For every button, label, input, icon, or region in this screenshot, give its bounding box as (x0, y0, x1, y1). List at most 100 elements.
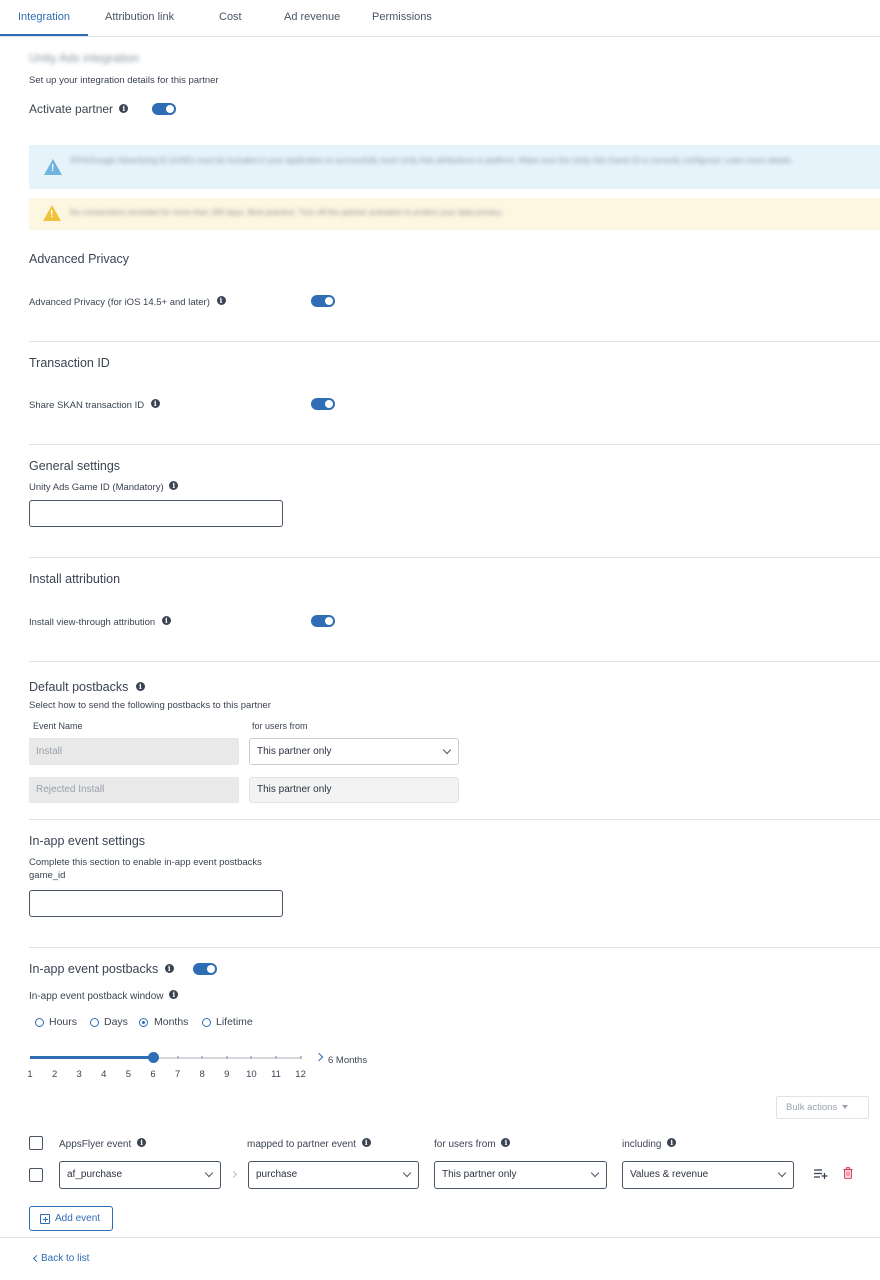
column-event-name: Event Name (33, 721, 83, 731)
slider-tick-label: 8 (199, 1069, 205, 1080)
postback-event-rejected-install: Rejected Install (29, 777, 239, 803)
column-users-from: for users from (252, 721, 308, 731)
info-icon[interactable]: i (361, 1138, 371, 1147)
radio-lifetime-label[interactable]: Lifetime (216, 1016, 253, 1028)
info-icon[interactable]: i (501, 1138, 511, 1147)
postback-users-select[interactable]: This partner only (249, 738, 459, 765)
advanced-privacy-toggle[interactable] (311, 295, 335, 307)
bulk-actions-button[interactable]: Bulk actions (776, 1096, 869, 1119)
add-row-icon[interactable] (814, 1168, 828, 1180)
warning-banner-text: No conversions recorded for more than 18… (70, 208, 503, 217)
info-icon[interactable]: i (169, 990, 179, 999)
tab-ad-revenue[interactable]: Ad revenue (284, 0, 340, 36)
trash-icon[interactable] (843, 1167, 853, 1179)
tab-cost[interactable]: Cost (219, 0, 242, 36)
divider (29, 661, 880, 662)
radio-days[interactable] (90, 1018, 99, 1027)
warning-icon: ! (43, 205, 61, 221)
row-checkbox[interactable] (29, 1168, 43, 1182)
slider-tick-label: 3 (76, 1069, 82, 1080)
postback-event-install: Install (29, 738, 239, 765)
integration-subtitle: Set up your integration details for this… (29, 75, 219, 86)
share-skan-toggle[interactable] (311, 398, 335, 410)
select-all-checkbox[interactable] (29, 1136, 43, 1150)
divider (29, 819, 880, 820)
tab-permissions[interactable]: Permissions (372, 0, 432, 36)
chevron-left-icon (32, 1254, 41, 1263)
info-icon[interactable]: i (164, 964, 174, 973)
integration-title: Unity Ads integration (29, 51, 140, 65)
window-slider-handle[interactable] (148, 1052, 159, 1063)
slider-tick-label: 7 (174, 1069, 181, 1080)
info-alert-icon: ! (44, 159, 62, 175)
column-users-from: for users from i (434, 1138, 511, 1150)
appsflyer-event-select[interactable]: af_purchase (59, 1161, 221, 1189)
slider-tick (176, 1056, 179, 1059)
inapp-game-id-input[interactable] (29, 890, 283, 917)
users-from-select[interactable]: This partner only (434, 1161, 607, 1189)
column-partner-event: mapped to partner event i (247, 1138, 371, 1150)
slider-tick-label: 11 (271, 1069, 281, 1080)
game-id-input[interactable] (29, 500, 283, 527)
divider (29, 341, 880, 342)
back-to-list-link[interactable]: Back to list (41, 1253, 89, 1264)
inapp-postbacks-title: In-app event postbacks i (29, 962, 174, 976)
info-icon[interactable]: i (135, 682, 145, 691)
slider-tick (201, 1056, 204, 1059)
activate-partner-toggle[interactable] (152, 103, 176, 115)
divider (29, 947, 880, 948)
chevron-down-icon (402, 1168, 412, 1178)
chevron-down-icon (204, 1168, 214, 1178)
footer-divider (0, 1237, 880, 1238)
info-icon[interactable]: i (169, 481, 179, 490)
slider-tick (275, 1056, 277, 1059)
window-slider-fill (30, 1056, 153, 1059)
game-id-field-label: game_id (29, 870, 66, 881)
default-postbacks-title: Default postbacks i (29, 680, 145, 694)
slider-tick-label: 4 (101, 1069, 107, 1080)
slider-tick (225, 1056, 228, 1059)
including-select[interactable]: Values & revenue (622, 1161, 794, 1189)
tab-integration[interactable]: Integration (18, 0, 70, 36)
add-event-button[interactable]: Add event (29, 1206, 113, 1231)
tab-attribution-link[interactable]: Attribution link (105, 0, 174, 36)
info-icon[interactable]: i (216, 296, 226, 305)
chevron-right-icon (314, 1052, 324, 1062)
add-icon (40, 1214, 50, 1224)
divider (29, 444, 880, 445)
chevron-down-icon (590, 1168, 600, 1178)
info-banner: ! IDFA/Google Advertising ID (GAID) must… (29, 145, 880, 189)
radio-months[interactable] (139, 1018, 148, 1027)
slider-tick-label: 6 (150, 1069, 156, 1080)
inapp-postbacks-toggle[interactable] (193, 963, 217, 975)
info-icon[interactable]: i (137, 1138, 147, 1147)
info-banner-text: IDFA/Google Advertising ID (GAID) must b… (70, 156, 793, 165)
slider-tick-label: 5 (125, 1069, 132, 1080)
info-icon[interactable]: i (150, 399, 160, 408)
radio-months-label[interactable]: Months (154, 1016, 188, 1028)
radio-hours[interactable] (35, 1018, 44, 1027)
advanced-privacy-title: Advanced Privacy (29, 252, 130, 266)
slider-readout: 6 Months (328, 1055, 368, 1066)
tab-bar: Integration Attribution link Cost Ad rev… (0, 0, 880, 37)
info-icon[interactable]: i (161, 616, 171, 625)
radio-hours-label[interactable]: Hours (49, 1016, 77, 1028)
chevron-down-icon (442, 745, 452, 755)
view-through-toggle[interactable] (311, 615, 335, 627)
column-including: including i (622, 1138, 677, 1150)
slider-tick-label: 9 (224, 1069, 230, 1080)
postback-window-label: In-app event postback window i (29, 990, 179, 1002)
transaction-id-title: Transaction ID (29, 356, 110, 370)
info-icon[interactable]: i (119, 104, 129, 113)
info-icon[interactable]: i (667, 1138, 677, 1147)
activate-partner-label: Activate partner i (29, 102, 129, 116)
radio-days-label[interactable]: Days (104, 1016, 128, 1028)
default-postbacks-subtitle: Select how to send the following postbac… (29, 700, 271, 711)
radio-lifetime[interactable] (202, 1018, 211, 1027)
column-appsflyer-event: AppsFlyer event i (59, 1138, 147, 1150)
slider-tick-label: 12 (295, 1069, 306, 1080)
share-skan-label: Share SKAN transaction ID i (29, 399, 160, 411)
advanced-privacy-label: Advanced Privacy (for iOS 14.5+ and late… (29, 296, 226, 308)
partner-event-select[interactable]: purchase (248, 1161, 419, 1189)
warning-banner: ! No conversions recorded for more than … (29, 198, 880, 230)
